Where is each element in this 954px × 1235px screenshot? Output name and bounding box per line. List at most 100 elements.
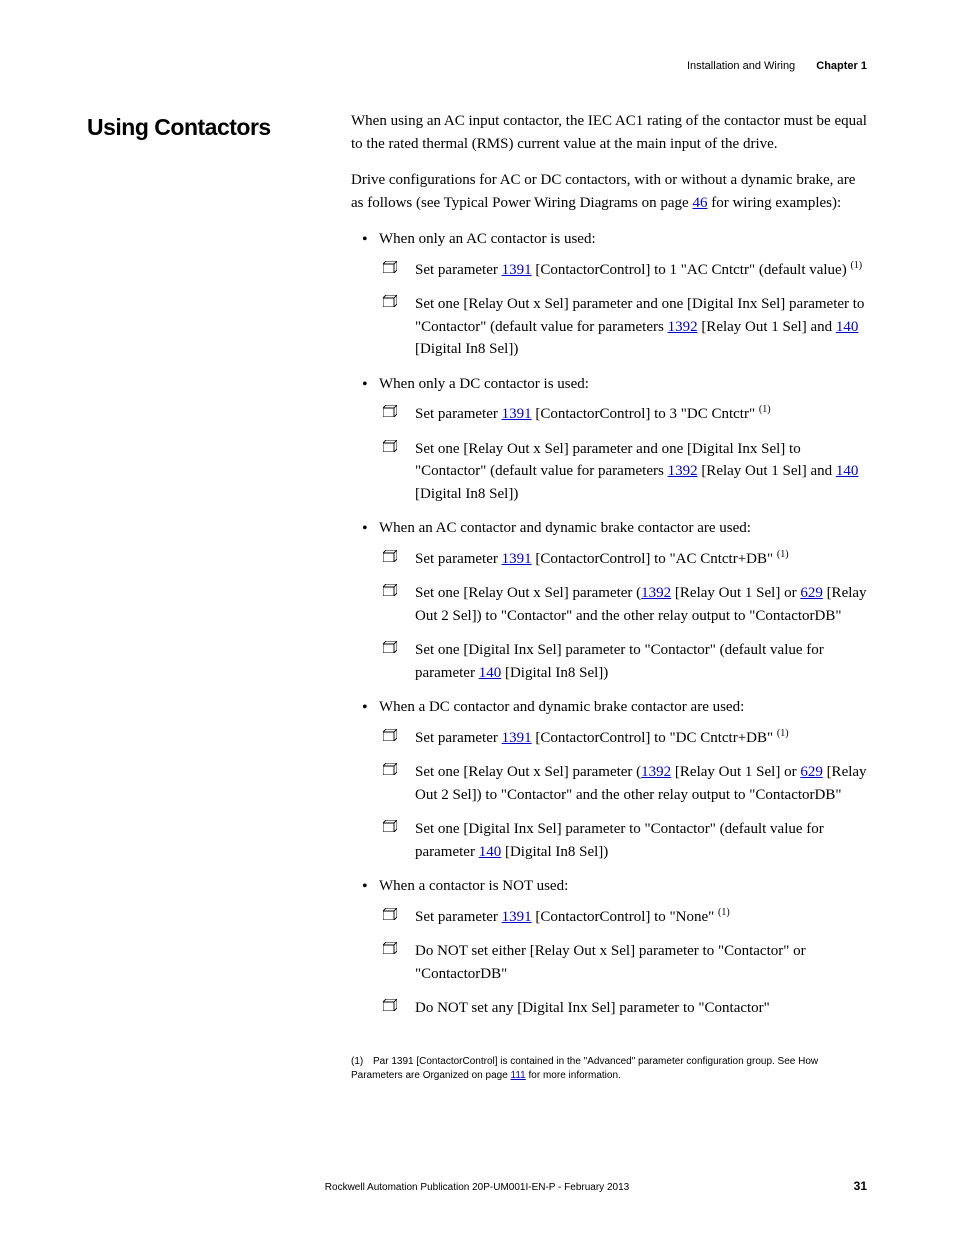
checkbox-icon: [383, 729, 397, 741]
checkbox-icon: [383, 763, 397, 775]
param-link-140[interactable]: 140: [836, 463, 859, 479]
text: [ContactorControl] to 3 "DC Cntctr": [532, 406, 759, 422]
right-column: When using an AC input contactor, the IE…: [351, 110, 867, 1083]
text: [ContactorControl] to "AC Cntctr+DB": [532, 551, 777, 567]
text: [Relay Out 1 Sel] and: [698, 463, 836, 479]
section-heading: Using Contactors: [87, 110, 351, 145]
param-link-629[interactable]: 629: [800, 764, 823, 780]
param-link-1391[interactable]: 1391: [502, 406, 532, 422]
param-link-1391[interactable]: 1391: [502, 909, 532, 925]
bullet-text: When a contactor is NOT used:: [379, 878, 568, 894]
text: [ContactorControl] to "None": [532, 909, 718, 925]
text: [Digital In8 Sel]): [501, 665, 608, 681]
checkbox-list: Set parameter 1391 [ContactorControl] to…: [407, 727, 867, 864]
checkbox-icon: [383, 641, 397, 653]
text: Set one [Relay Out x Sel] parameter (: [415, 764, 641, 780]
text: Set one [Relay Out x Sel] parameter (: [415, 585, 641, 601]
footnote-ref: (1): [718, 907, 730, 918]
checkbox-item: Set one [Digital Inx Sel] parameter to "…: [407, 818, 867, 863]
text: Set one [Digital Inx Sel] parameter to "…: [415, 642, 824, 681]
intro-paragraph-2: Drive configurations for AC or DC contac…: [351, 169, 867, 214]
checkbox-icon: [383, 584, 397, 596]
param-link-1391[interactable]: 1391: [502, 730, 532, 746]
checkbox-icon: [383, 942, 397, 954]
text: Set one [Digital Inx Sel] parameter to "…: [415, 821, 824, 860]
checkbox-item: Do NOT set either [Relay Out x Sel] para…: [407, 940, 867, 985]
publication-info: Rockwell Automation Publication 20P-UM00…: [87, 1180, 867, 1195]
text: Do NOT set either [Relay Out x Sel] para…: [415, 943, 806, 982]
checkbox-icon: [383, 440, 397, 452]
checkbox-icon: [383, 405, 397, 417]
footnote: (1)Par 1391 [ContactorControl] is contai…: [351, 1055, 867, 1083]
bullet-text: When only a DC contactor is used:: [379, 376, 589, 392]
param-link-1392[interactable]: 1392: [641, 585, 671, 601]
bullet-item-ac-db: When an AC contactor and dynamic brake c…: [379, 517, 867, 684]
page-link-46[interactable]: 46: [692, 195, 707, 211]
param-link-140[interactable]: 140: [836, 319, 859, 335]
text: [Digital In8 Sel]): [415, 341, 518, 357]
bullet-text: When a DC contactor and dynamic brake co…: [379, 699, 744, 715]
checkbox-item: Set one [Relay Out x Sel] parameter (139…: [407, 761, 867, 806]
checkbox-list: Set parameter 1391 [ContactorControl] to…: [407, 906, 867, 1020]
text: [Relay Out 1 Sel] and: [698, 319, 836, 335]
checkbox-list: Set parameter 1391 [ContactorControl] to…: [407, 259, 867, 361]
bullet-item-none: When a contactor is NOT used: Set parame…: [379, 875, 867, 1020]
checkbox-icon: [383, 820, 397, 832]
param-link-1391[interactable]: 1391: [502, 551, 532, 567]
footnote-ref: (1): [759, 404, 771, 415]
checkbox-item: Set parameter 1391 [ContactorControl] to…: [407, 727, 867, 750]
text: [ContactorControl] to 1 "AC Cntctr" (def…: [532, 262, 851, 278]
page-number: 31: [854, 1177, 867, 1195]
text: Set parameter: [415, 406, 502, 422]
param-link-140[interactable]: 140: [479, 844, 502, 860]
text: Set parameter: [415, 730, 502, 746]
text: [ContactorControl] to "DC Cntctr+DB": [532, 730, 777, 746]
text: Do NOT set any [Digital Inx Sel] paramet…: [415, 1000, 770, 1016]
page-header: Installation and Wiring Chapter 1: [687, 58, 867, 75]
param-link-629[interactable]: 629: [800, 585, 823, 601]
bullet-list: When only an AC contactor is used: Set p…: [379, 228, 867, 1020]
checkbox-item: Set one [Relay Out x Sel] parameter (139…: [407, 582, 867, 627]
checkbox-item: Set parameter 1391 [ContactorControl] to…: [407, 906, 867, 929]
chapter-title: Installation and Wiring: [687, 60, 795, 72]
page-body: Using Contactors When using an AC input …: [87, 110, 867, 1083]
text: [Relay Out 1 Sel] or: [671, 585, 800, 601]
chapter-label: Chapter 1: [816, 60, 867, 72]
checkbox-item: Set parameter 1391 [ContactorControl] to…: [407, 259, 867, 282]
checkbox-item: Set one [Relay Out x Sel] parameter and …: [407, 438, 867, 506]
checkbox-item: Set one [Relay Out x Sel] parameter and …: [407, 293, 867, 361]
bullet-item-dc-db: When a DC contactor and dynamic brake co…: [379, 696, 867, 863]
checkbox-item: Set parameter 1391 [ContactorControl] to…: [407, 403, 867, 426]
footnote-ref: (1): [777, 728, 789, 739]
bullet-text: When an AC contactor and dynamic brake c…: [379, 520, 751, 536]
page-link-111[interactable]: 111: [511, 1070, 526, 1081]
param-link-1392[interactable]: 1392: [641, 764, 671, 780]
page-footer: Rockwell Automation Publication 20P-UM00…: [87, 1180, 867, 1195]
checkbox-icon: [383, 295, 397, 307]
param-link-1392[interactable]: 1392: [668, 319, 698, 335]
text: Set parameter: [415, 551, 502, 567]
footnote-text: for more information.: [526, 1070, 621, 1081]
checkbox-item: Set one [Digital Inx Sel] parameter to "…: [407, 639, 867, 684]
footnote-ref: (1): [850, 260, 862, 271]
param-link-140[interactable]: 140: [479, 665, 502, 681]
text: Set parameter: [415, 909, 502, 925]
footnote-ref: (1): [777, 549, 789, 560]
checkbox-icon: [383, 261, 397, 273]
footnote-num: (1): [351, 1055, 373, 1069]
checkbox-icon: [383, 999, 397, 1011]
checkbox-icon: [383, 550, 397, 562]
param-link-1391[interactable]: 1391: [502, 262, 532, 278]
text: for wiring examples):: [707, 195, 841, 211]
bullet-text: When only an AC contactor is used:: [379, 231, 596, 247]
text: [Digital In8 Sel]): [415, 486, 518, 502]
bullet-item-ac: When only an AC contactor is used: Set p…: [379, 228, 867, 361]
text: [Relay Out 1 Sel] or: [671, 764, 800, 780]
checkbox-icon: [383, 908, 397, 920]
checkbox-item: Do NOT set any [Digital Inx Sel] paramet…: [407, 997, 867, 1020]
left-column: Using Contactors: [87, 110, 351, 1083]
text: Set parameter: [415, 262, 502, 278]
bullet-item-dc: When only a DC contactor is used: Set pa…: [379, 373, 867, 506]
intro-paragraph-1: When using an AC input contactor, the IE…: [351, 110, 867, 155]
param-link-1392[interactable]: 1392: [668, 463, 698, 479]
